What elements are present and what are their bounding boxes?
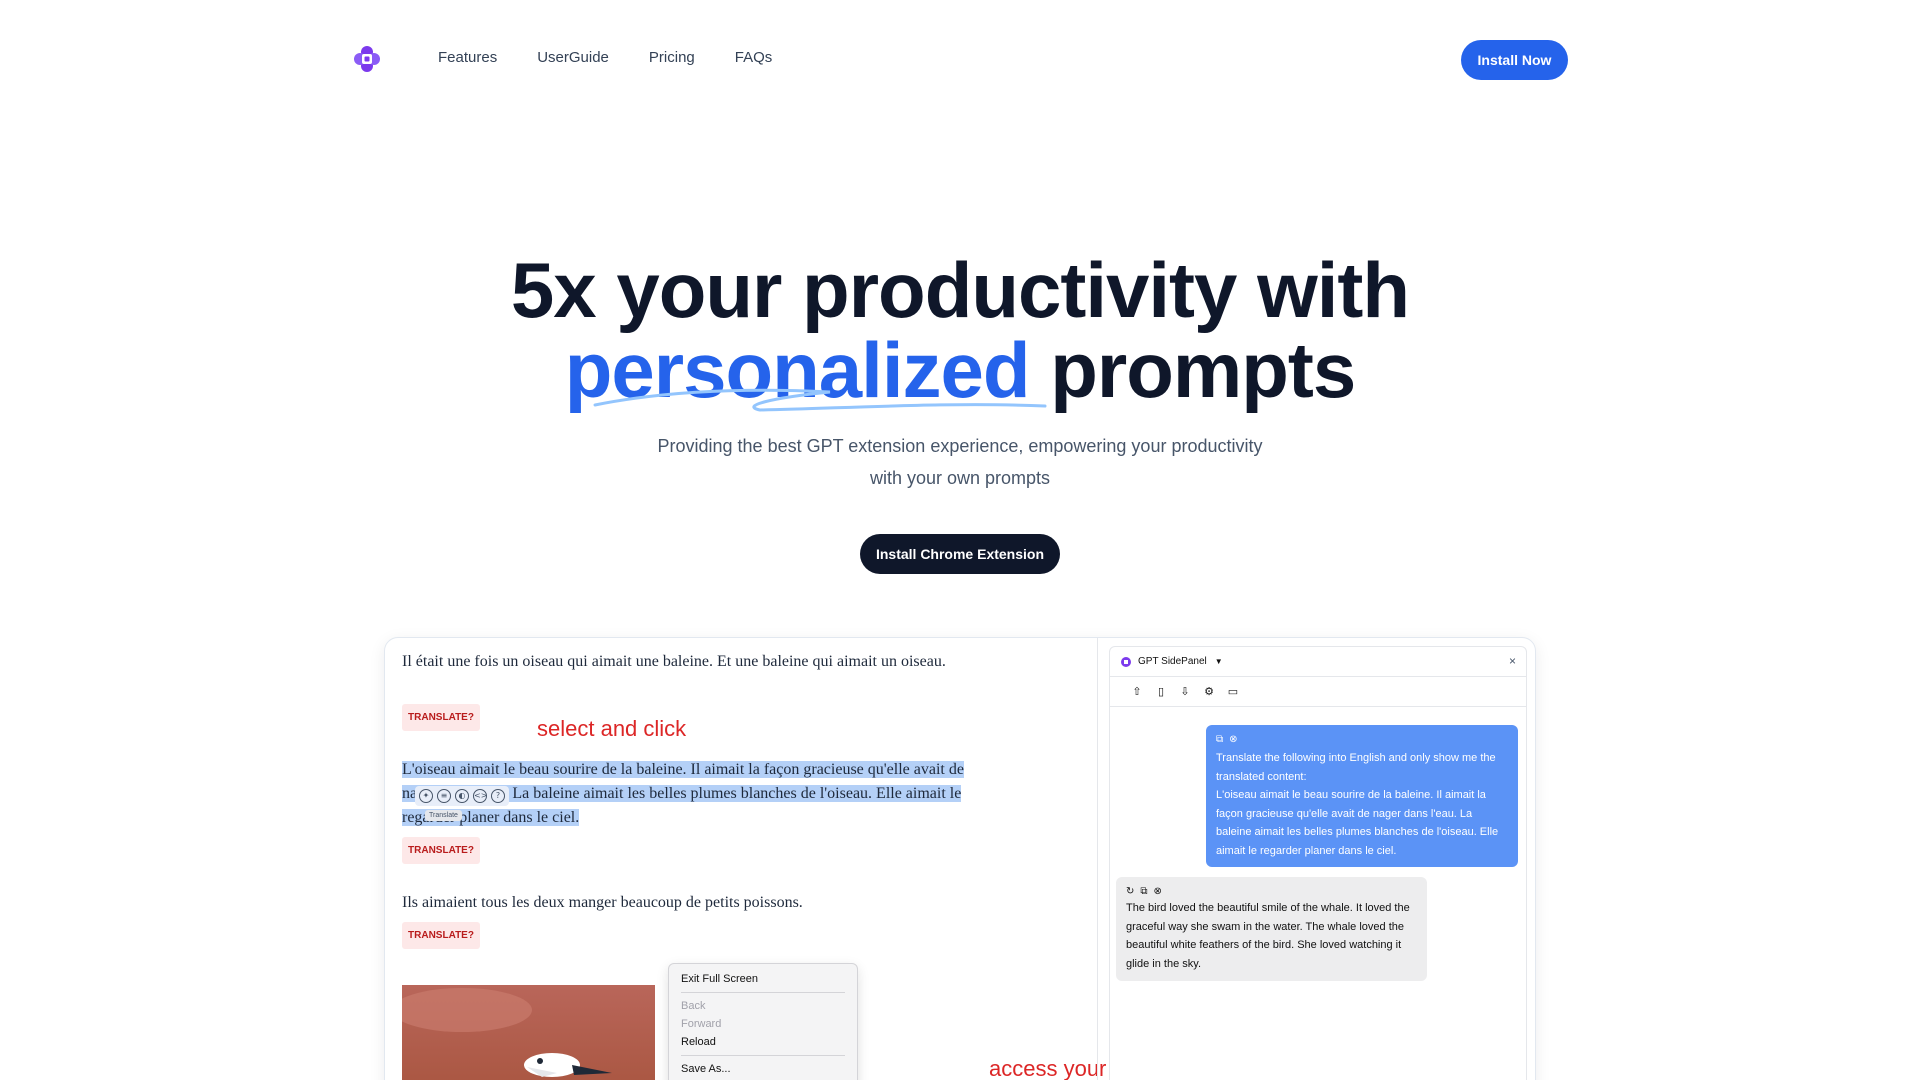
assistant-message-text: The bird loved the beautiful smile of th… <box>1126 902 1410 970</box>
menu-item-forward[interactable]: Forward <box>681 1015 845 1033</box>
paragraph-3: Ils aimaient tous les deux manger beauco… <box>402 894 803 911</box>
message-actions: ↻ ⧉ ⊗ <box>1126 883 1162 902</box>
translate-button-1[interactable]: TRANSLATE? <box>402 704 480 731</box>
nav-link-userguide[interactable]: UserGuide <box>537 49 609 66</box>
settings-icon[interactable]: ⚙ <box>1202 685 1216 698</box>
underline-swoosh <box>593 388 1047 412</box>
window-icon[interactable]: ▭ <box>1226 685 1240 698</box>
install-now-button[interactable]: Install Now <box>1461 40 1568 80</box>
chevron-down-icon[interactable]: ▼ <box>1215 657 1223 666</box>
message-actions: ⧉ ⊗ <box>1216 731 1238 750</box>
menu-item-exit-full-screen[interactable]: Exit Full Screen <box>681 970 845 988</box>
translate-button-3[interactable]: TRANSLATE? <box>402 922 480 949</box>
hero-subtitle-line2: with your own prompts <box>869 468 1051 488</box>
panel-title[interactable]: GPT SidePanel <box>1138 656 1207 667</box>
selection-toolbar: ✦ ≡ ◐ <> ? <box>415 786 509 806</box>
hero-title-line1: 5x your productivity with <box>510 246 1410 334</box>
code-icon[interactable]: <> <box>473 789 487 803</box>
nav-link-features[interactable]: Features <box>438 49 497 66</box>
gpt-side-panel: GPT SidePanel ▼ × ⇧ ▯ ⇩ ⚙ ▭ ⧉ ⊗ Translat… <box>1109 646 1527 1080</box>
upload-icon[interactable]: ⇧ <box>1130 685 1144 698</box>
user-message-text: Translate the following into English and… <box>1216 752 1499 857</box>
translate-tooltip: Translate <box>425 810 462 821</box>
bird-illustration <box>402 985 655 1080</box>
demo-screenshot: Il était une fois un oiseau qui aimait u… <box>384 637 1536 1080</box>
article-pane: Il était une fois un oiseau qui aimait u… <box>385 638 1106 1080</box>
pane-divider <box>1097 638 1098 1080</box>
menu-separator <box>681 1055 845 1056</box>
logo-icon[interactable] <box>352 44 382 74</box>
context-menu: Exit Full Screen Back Forward Reload Sav… <box>668 963 858 1080</box>
menu-item-save-as[interactable]: Save As... <box>681 1060 845 1078</box>
annotation-access-prompts: access your personalized prompts ! <box>989 1056 1107 1080</box>
panel-logo-icon <box>1121 656 1131 667</box>
nav-link-pricing[interactable]: Pricing <box>649 49 695 66</box>
nav-links: Features UserGuide Pricing FAQs <box>438 49 772 66</box>
prompt-icon[interactable]: ✦ <box>419 789 433 803</box>
copy-icon[interactable]: ⧉ <box>1140 883 1147 902</box>
nav-link-faqs[interactable]: FAQs <box>735 49 773 66</box>
panel-toolbar: ⇧ ▯ ⇩ ⚙ ▭ <box>1110 677 1526 707</box>
close-circle-icon[interactable]: ⊗ <box>1154 883 1162 902</box>
paragraph-1: Il était une fois un oiseau qui aimait u… <box>402 653 946 670</box>
close-circle-icon[interactable]: ⊗ <box>1229 731 1237 750</box>
user-message-bubble: ⧉ ⊗ Translate the following into English… <box>1206 725 1518 867</box>
translate-button-2[interactable]: TRANSLATE? <box>402 837 480 864</box>
install-chrome-extension-button[interactable]: Install Chrome Extension <box>860 534 1060 574</box>
copy-icon[interactable]: ⧉ <box>1216 731 1223 750</box>
palette-icon[interactable]: ◐ <box>455 789 469 803</box>
menu-item-reload[interactable]: Reload <box>681 1033 845 1051</box>
refresh-icon[interactable]: ↻ <box>1126 883 1134 902</box>
annotation-select-and-click: select and click <box>537 716 687 741</box>
assistant-message-bubble: ↻ ⧉ ⊗ The bird loved the beautiful smile… <box>1116 877 1427 981</box>
trash-icon[interactable]: ▯ <box>1154 685 1168 698</box>
panel-header: GPT SidePanel ▼ × <box>1110 647 1526 677</box>
hero-subtitle-line1: Providing the best GPT extension experie… <box>657 436 1263 456</box>
list-icon[interactable]: ≡ <box>437 789 451 803</box>
hero-title-rest: prompts <box>1029 326 1356 414</box>
download-icon[interactable]: ⇩ <box>1178 685 1192 698</box>
top-nav: Features UserGuide Pricing FAQs Install … <box>0 0 1920 120</box>
close-icon[interactable]: × <box>1509 654 1516 668</box>
help-icon[interactable]: ? <box>491 789 505 803</box>
menu-separator <box>681 992 845 993</box>
menu-item-back[interactable]: Back <box>681 997 845 1015</box>
